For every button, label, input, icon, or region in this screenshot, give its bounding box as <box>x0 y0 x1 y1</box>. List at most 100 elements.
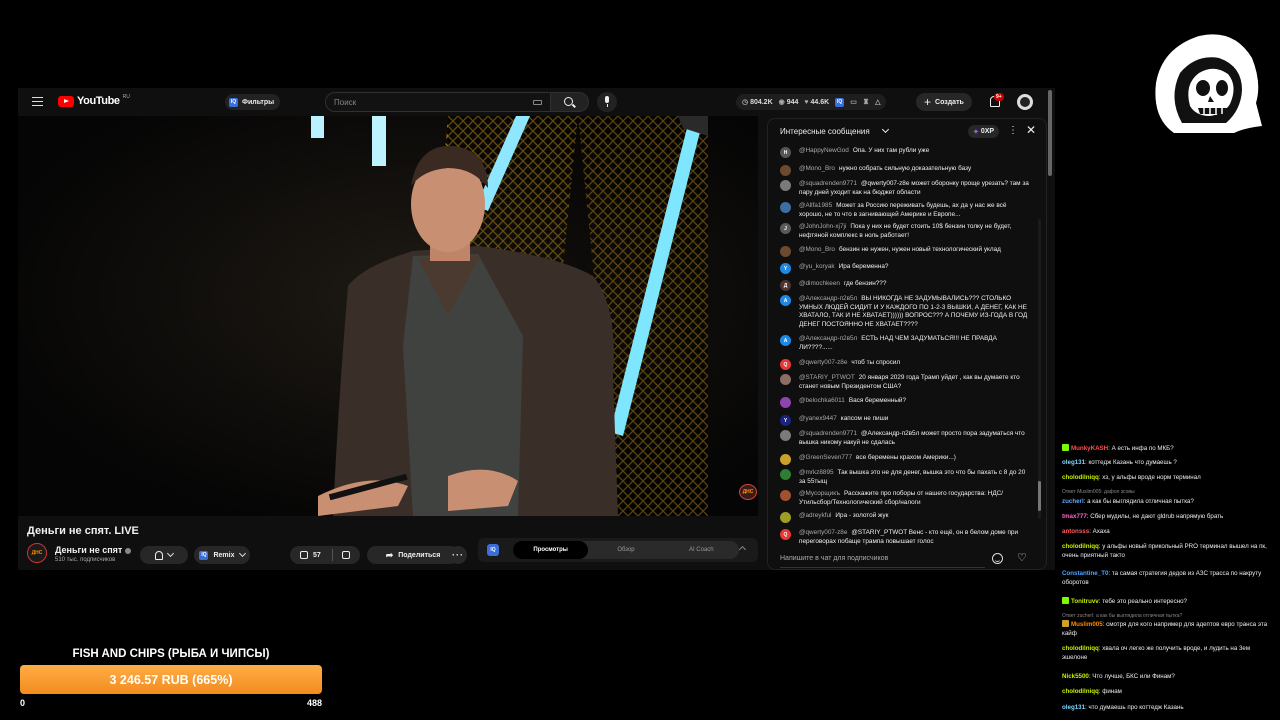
chat-avatar[interactable] <box>780 490 791 501</box>
tab-views[interactable]: Просмотры <box>513 541 589 559</box>
chat-message[interactable]: H @HappyNewGod Опа. У них там рубли уже <box>780 147 1030 158</box>
voice-search-button[interactable] <box>597 92 617 112</box>
cast-icon[interactable]: ▭ <box>850 98 857 106</box>
like-dislike-buttons[interactable]: 57 <box>290 546 360 564</box>
chat-author[interactable]: @GreenSeven777 <box>799 454 852 461</box>
chat-menu-icon[interactable]: ⋮ <box>1008 125 1018 136</box>
chat-author[interactable]: @Александр-п2в5л <box>799 295 857 302</box>
chat-author[interactable]: @adreykful <box>799 512 831 519</box>
chat-author[interactable]: @mrkz8895 <box>799 469 834 476</box>
chat-message[interactable]: @STARIY_PTWOT 20 января 2029 года Трамп у… <box>780 374 1030 391</box>
remix-button[interactable]: IQ Remix <box>194 546 250 564</box>
keyboard-icon[interactable] <box>533 100 542 105</box>
chat-author[interactable]: @squadrenden9771 <box>799 430 857 437</box>
extension-icon[interactable]: IQ <box>835 97 845 107</box>
chat-avatar[interactable]: H <box>780 147 791 158</box>
chat-message[interactable]: @Allfa1985 Может за Россию переживать буд… <box>780 202 1030 219</box>
chat-message[interactable]: @squadrenden9771 @qwerty007-z8e может обо… <box>780 180 1030 197</box>
chat-avatar[interactable] <box>780 512 791 523</box>
chat-message[interactable]: Д @dimochkeen где бензин??? <box>780 280 1030 291</box>
chat-author[interactable]: @yanex9447 <box>799 415 837 422</box>
filters-button[interactable]: IQ Фильтры <box>225 94 281 110</box>
chat-avatar[interactable]: Y <box>780 415 791 426</box>
chat-avatar[interactable] <box>780 430 791 441</box>
chat-mode-selector[interactable]: Интересные сообщения <box>780 127 870 136</box>
chat-avatar[interactable] <box>780 180 791 191</box>
subscription-bell-button[interactable] <box>140 546 188 564</box>
search-button[interactable] <box>551 92 589 112</box>
share-button[interactable]: ➦ Поделиться <box>367 546 459 564</box>
chat-author[interactable]: @HappyNewGod <box>799 147 849 154</box>
chat-message[interactable]: Q @qwerty007-z8e @STARIY_PTWOT Венс - кто … <box>780 529 1030 546</box>
chat-avatar[interactable] <box>780 165 791 176</box>
chat-message[interactable]: @mrkz8895 Так вышка это не для денег, выш… <box>780 469 1030 486</box>
chat-author[interactable]: @qwerty007-z8e <box>799 359 847 366</box>
chat-avatar[interactable]: A <box>780 335 791 346</box>
chat-message-list[interactable]: H @HappyNewGod Опа. У них там рубли уже @Mo… <box>768 145 1036 547</box>
chat-avatar[interactable]: J <box>780 223 791 234</box>
chat-avatar[interactable]: Д <box>780 280 791 291</box>
chat-author[interactable]: @JohnJohn-xj7ji <box>799 223 846 230</box>
chat-message[interactable]: @GreenSeven777 все беремены крахом Америк… <box>780 454 1030 465</box>
xp-badge[interactable]: ✦ 0XP <box>968 125 1000 138</box>
chat-avatar[interactable]: A <box>780 295 791 306</box>
chat-message[interactable]: @Mono_Bro нужно собрать сильную доказател… <box>780 165 1030 176</box>
chat-avatar[interactable]: Y <box>780 263 791 274</box>
create-button[interactable]: + Создать <box>916 93 972 111</box>
channel-watermark[interactable]: ДНС <box>739 484 757 500</box>
trophy-icon[interactable]: ♜ <box>863 98 869 106</box>
chat-message[interactable]: @belochka6011 Вася беременный? <box>780 397 1030 408</box>
close-icon[interactable]: ✕ <box>1026 123 1036 137</box>
chat-avatar[interactable] <box>780 202 791 213</box>
bell-small-icon[interactable]: △ <box>875 98 880 106</box>
chat-author[interactable]: @qwerty007-z8e <box>799 529 847 536</box>
chat-scrollbar[interactable] <box>1038 219 1041 519</box>
channel-name[interactable]: Деньги не спят <box>55 545 132 555</box>
chat-message[interactable]: @squadrenden9771 @Александр-п2в5л может п… <box>780 430 1030 447</box>
account-avatar[interactable] <box>1017 94 1033 110</box>
more-actions-button[interactable]: ··· <box>449 546 467 564</box>
chat-message[interactable]: @Мусорщикъ Расскажите про поборы от нашег… <box>780 490 1030 507</box>
chevron-up-icon[interactable] <box>738 545 747 554</box>
youtube-logo[interactable]: YouTube RU <box>58 94 130 107</box>
chat-author[interactable]: @Mono_Bro <box>799 165 835 172</box>
chat-author[interactable]: @dimochkeen <box>799 280 840 287</box>
heart-icon[interactable]: ♡ <box>1017 551 1027 564</box>
chat-avatar[interactable]: Q <box>780 359 791 370</box>
chat-author[interactable]: @belochka6011 <box>799 397 845 404</box>
chat-author[interactable]: @Мусорщикъ <box>799 490 840 497</box>
thumbs-down-icon[interactable] <box>342 551 350 559</box>
chat-text: капсом не пиши <box>840 415 889 422</box>
channel-avatar[interactable]: ДНС <box>27 543 47 563</box>
chat-author[interactable]: @STARIY_PTWOT <box>799 374 855 381</box>
chat-avatar[interactable] <box>780 397 791 408</box>
chat-author[interactable]: @yu_koryak <box>799 263 835 270</box>
chat-author[interactable]: @Александр-п2в5л <box>799 335 857 342</box>
chat-message[interactable]: Q @qwerty007-z8e чтоб ты спросил <box>780 359 1030 370</box>
tab-overview[interactable]: Обзор <box>588 541 663 559</box>
chat-message[interactable]: @adreykful Ира - золотой жук <box>780 512 1030 523</box>
tab-ai-coach[interactable]: AI Coach <box>664 541 739 559</box>
chat-message[interactable]: @Mono_Bro бензин не нужен, нужен новый те… <box>780 246 1030 257</box>
chat-message[interactable]: A @Александр-п2в5л ВЫ НИКОГДА НЕ ЗАДУМЫВАЛ… <box>780 295 1030 329</box>
chat-message[interactable]: Y @yu_koryak Ира беременна? <box>780 263 1030 274</box>
chat-avatar[interactable]: Q <box>780 529 791 540</box>
chat-author[interactable]: @Mono_Bro <box>799 246 835 253</box>
chat-avatar[interactable] <box>780 374 791 385</box>
chat-author[interactable]: @Allfa1985 <box>799 202 832 209</box>
emoji-icon[interactable] <box>992 553 1003 564</box>
chat-message[interactable]: Y @yanex9447 капсом не пиши <box>780 415 1030 426</box>
chat-author[interactable]: @squadrenden9771 <box>799 180 857 187</box>
chat-input[interactable]: Напишите в чат для подписчиков <box>780 551 985 567</box>
chat-avatar[interactable] <box>780 469 791 480</box>
menu-icon[interactable] <box>32 97 43 106</box>
chat-message[interactable]: A @Александр-п2в5л ЕСТЬ НАД ЧЕМ ЗАДУМАТЬСЯ… <box>780 335 1030 352</box>
video-player[interactable]: ДНС <box>18 116 758 516</box>
page-scrollbar[interactable] <box>1048 90 1052 176</box>
chat-message[interactable]: J @JohnJohn-xj7ji Пока у них не будет стои… <box>780 223 1030 240</box>
thumbs-up-icon[interactable] <box>300 551 308 559</box>
chevron-down-icon[interactable] <box>881 125 890 134</box>
chat-avatar[interactable] <box>780 246 791 257</box>
chat-avatar[interactable] <box>780 454 791 465</box>
search-input[interactable]: Поиск <box>325 92 551 112</box>
